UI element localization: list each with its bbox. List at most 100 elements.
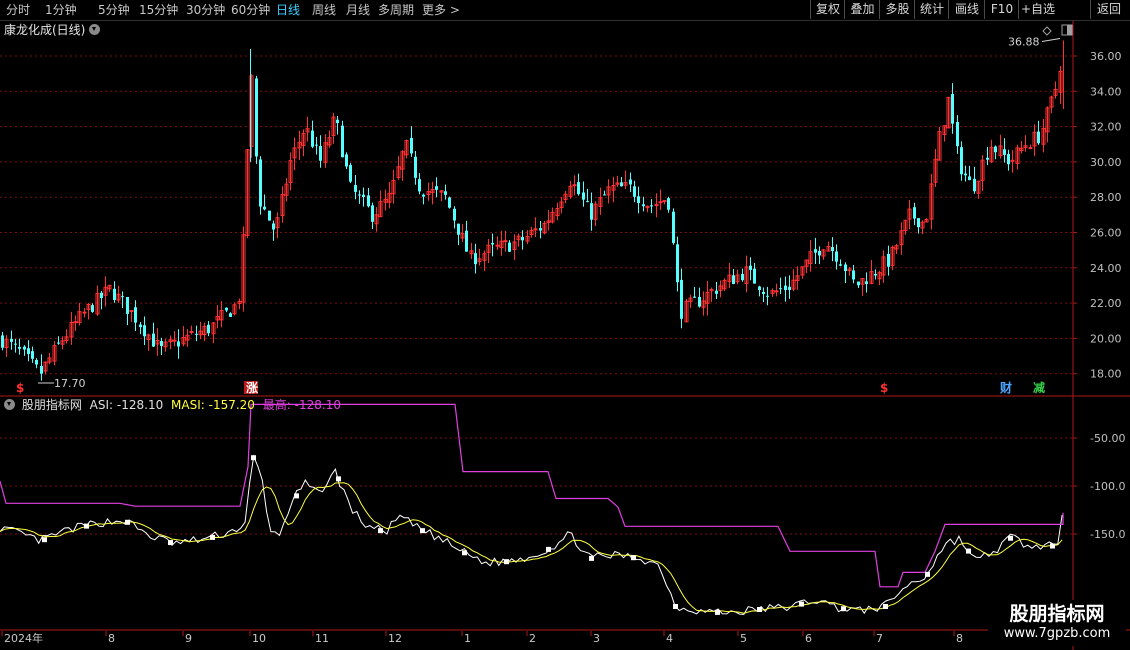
candle-body: [129, 310, 134, 313]
candle-body: [27, 348, 30, 355]
y-tick-label: 32.00: [1090, 121, 1122, 134]
candle-body: [779, 288, 782, 290]
candle-body: [577, 182, 580, 195]
candle-body: [358, 194, 361, 196]
candle-body: [474, 253, 477, 265]
candle-body: [160, 340, 163, 347]
event-marker[interactable]: 涨: [246, 380, 258, 395]
asi-point-marker: [210, 534, 215, 540]
masi-value: MASI: -157.20: [171, 398, 255, 412]
y-tick-label: 20.00: [1090, 332, 1122, 345]
candle-body: [453, 208, 456, 221]
price-chart[interactable]: 36.88 17.70 $ 涨 $ 财 减 36.00 34.00 32.00 30.00 28.0…: [0, 0, 1130, 650]
asi-point-marker: [631, 555, 636, 561]
asi-point-marker: [589, 555, 594, 561]
candle-body: [345, 154, 348, 167]
high-value: 最高: -128.10: [262, 398, 341, 412]
candle-body: [732, 275, 735, 285]
asi-point-marker: [1008, 535, 1013, 541]
asi-point-marker: [462, 550, 467, 556]
candle-body: [508, 242, 511, 252]
candle-body: [414, 156, 417, 178]
x-tick-label: 4: [666, 632, 673, 645]
candle-body: [572, 184, 577, 187]
candle-body: [152, 333, 155, 347]
y-tick-label: 34.00: [1090, 85, 1122, 98]
candle-body: [960, 147, 963, 175]
candle-body: [586, 201, 589, 203]
candle-body: [662, 200, 667, 203]
candle-body: [1003, 149, 1006, 155]
candle-body: [1028, 147, 1033, 150]
asi-point-marker: [546, 546, 551, 552]
event-marker[interactable]: $: [880, 381, 888, 395]
asi-point-marker: [799, 601, 804, 607]
y-tick-label: 18.00: [1090, 368, 1122, 381]
candle-body: [14, 343, 17, 345]
candle-body: [788, 286, 791, 291]
diamond-icon[interactable]: [1042, 26, 1052, 36]
candle-body: [255, 78, 258, 157]
candle-body: [633, 186, 636, 197]
asi-point-marker: [125, 519, 130, 525]
candle-body: [457, 223, 460, 235]
candle-body: [994, 146, 997, 153]
candle-body: [143, 325, 146, 337]
event-marker[interactable]: $: [16, 381, 24, 395]
candle-body: [814, 249, 817, 253]
candle-body: [225, 307, 228, 311]
candle-body: [603, 194, 606, 196]
watermark-title: 股朋指标网: [1009, 603, 1105, 625]
candle-body: [82, 311, 87, 314]
candle-body: [658, 201, 663, 204]
candle-body: [835, 251, 838, 262]
candle-body: [784, 285, 787, 291]
asi-line: [0, 454, 1063, 615]
candle-body: [951, 94, 954, 124]
candle-body: [831, 247, 834, 252]
candle-body: [762, 291, 765, 294]
candle-body: [698, 296, 701, 307]
x-tick-label: 10: [252, 632, 266, 645]
event-marker[interactable]: 财: [999, 380, 1012, 395]
candle-body: [371, 205, 374, 222]
candle-body: [590, 203, 593, 220]
candle-body: [113, 288, 116, 301]
candle-body: [521, 236, 524, 241]
candle-body: [774, 290, 779, 293]
asi-point-marker: [42, 537, 47, 543]
x-tick-label: 2024年: [4, 631, 43, 645]
candle-body: [693, 296, 696, 298]
candle-body: [195, 333, 198, 335]
candle-body: [968, 176, 971, 181]
y-tick-label: -150.0: [1090, 528, 1125, 541]
candle-body: [1037, 131, 1040, 144]
candle-body: [126, 296, 129, 314]
candle-body: [336, 119, 339, 124]
candle-body: [207, 324, 210, 334]
masi-line: [0, 482, 1063, 614]
asi-point-marker: [966, 548, 971, 554]
asi-point-marker: [504, 559, 509, 565]
asi-point-marker: [757, 607, 762, 613]
candle-body: [844, 264, 847, 271]
candle-body: [874, 273, 877, 276]
candle-body: [680, 279, 683, 319]
candle-body: [620, 182, 623, 187]
candle-body: [839, 264, 842, 266]
asi-point-marker: [251, 455, 256, 461]
candle-body: [973, 178, 976, 192]
event-marker[interactable]: 减: [1033, 380, 1045, 395]
candle-body: [629, 179, 632, 185]
watermark: 股朋指标网 www.7gpzb.com: [988, 600, 1126, 646]
x-tick-label: 2: [529, 632, 536, 645]
candle-body: [40, 365, 43, 374]
candle-body: [422, 194, 425, 197]
high-price-arrow: [1041, 37, 1061, 42]
asi-value: ASI: -128.10: [89, 398, 164, 412]
x-tick-label: 5: [740, 632, 747, 645]
candle-body: [121, 296, 124, 298]
chevron-down-icon[interactable]: [4, 399, 15, 410]
candle-body: [444, 191, 447, 195]
panel-toggle-icon[interactable]: [1061, 24, 1073, 36]
